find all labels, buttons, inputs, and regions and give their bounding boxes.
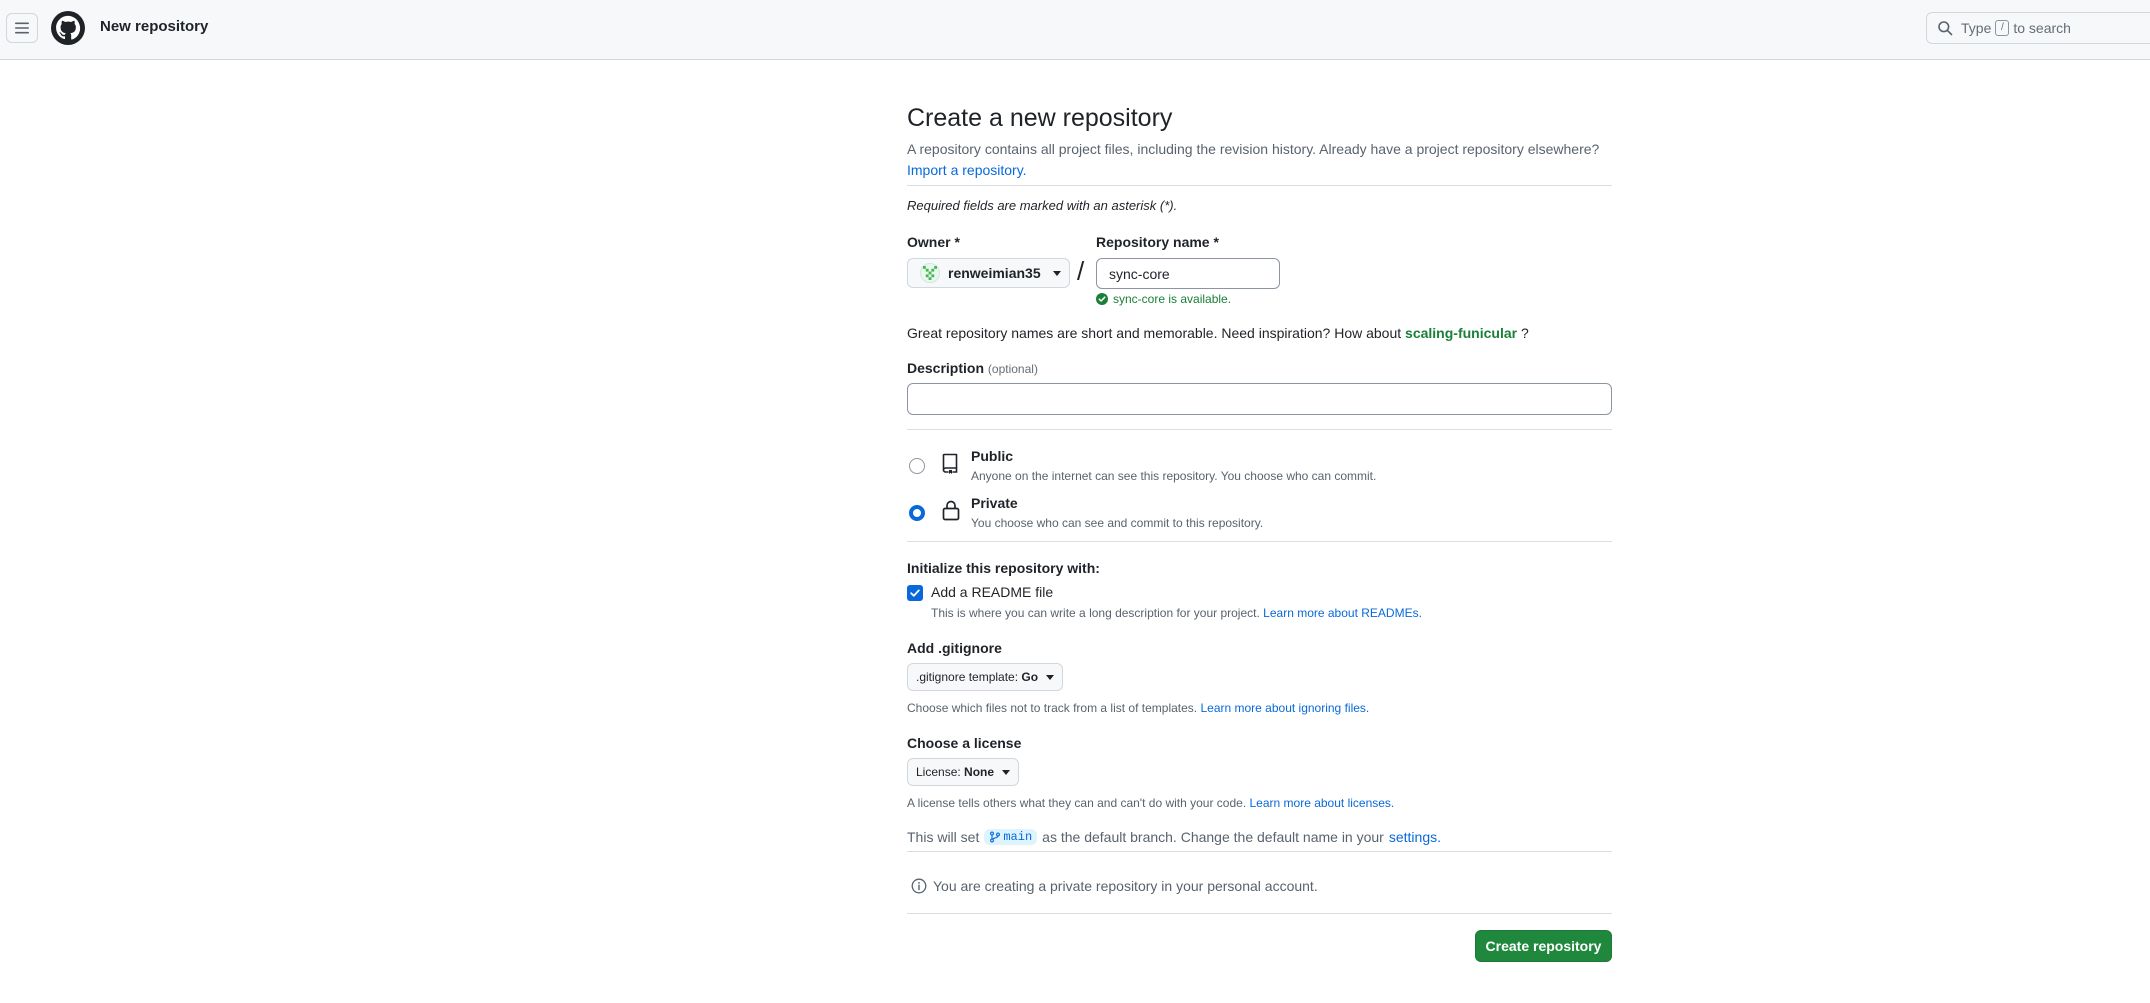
chevron-down-icon: [1052, 270, 1061, 276]
readme-help-text: This is where you can write a long descr…: [931, 606, 1260, 620]
suggestion-suffix: ?: [1520, 325, 1529, 341]
search-shortcut-key: /: [1995, 20, 2010, 36]
checkmark-icon: [910, 589, 920, 597]
divider: [907, 185, 1612, 186]
license-label: Choose a license: [907, 735, 1022, 751]
description-input[interactable]: [907, 383, 1612, 415]
repository-name-input[interactable]: [1096, 258, 1280, 289]
search-icon: [1938, 21, 1953, 36]
chevron-down-icon: [1002, 769, 1011, 775]
settings-link[interactable]: settings.: [1389, 829, 1441, 845]
license-learn-more-link[interactable]: Learn more about licenses.: [1250, 796, 1395, 810]
subtitle-text: A repository contains all project files,…: [907, 141, 1600, 157]
description-label: Description (optional): [907, 360, 1038, 376]
license-dropdown[interactable]: License: None: [907, 758, 1020, 786]
menu-button[interactable]: [6, 13, 38, 43]
divider: [907, 851, 1612, 852]
divider: [907, 913, 1612, 914]
readme-label[interactable]: Add a README file: [931, 584, 1053, 600]
private-radio[interactable]: [909, 505, 925, 521]
private-option-title: Private: [971, 495, 1018, 511]
import-repository-link[interactable]: Import a repository.: [907, 162, 1027, 178]
avatar: [920, 263, 940, 283]
header-title: New repository: [100, 18, 209, 35]
description-optional: (optional): [987, 362, 1038, 376]
search-placeholder-prefix: Type: [1961, 20, 1992, 36]
repo-icon: [942, 453, 958, 474]
repo-name-label: Repository name *: [1096, 234, 1219, 250]
github-logo-icon[interactable]: [51, 11, 85, 45]
license-help: A license tells others what they can and…: [907, 796, 1394, 810]
identicon-icon: [923, 266, 937, 280]
readme-checkbox[interactable]: [907, 585, 923, 601]
git-branch-icon: [990, 831, 1001, 843]
page-subtitle: A repository contains all project files,…: [907, 139, 1612, 181]
license-select-prefix: License:: [916, 765, 961, 779]
branch-note-prefix: This will set: [907, 829, 980, 845]
suggestion-prefix: Great repository names are short and mem…: [907, 325, 1402, 341]
divider: [907, 429, 1612, 430]
public-radio[interactable]: [909, 458, 925, 474]
gitignore-template-dropdown[interactable]: .gitignore template: Go: [907, 663, 1064, 691]
name-suggestion: Great repository names are short and mem…: [907, 325, 1529, 341]
gitignore-learn-more-link[interactable]: Learn more about ignoring files.: [1200, 701, 1369, 715]
search-input[interactable]: Type / to search: [1926, 12, 2150, 44]
gitignore-help-text: Choose which files not to track from a l…: [907, 701, 1198, 715]
init-heading: Initialize this repository with:: [907, 560, 1100, 576]
top-header: New repository Type / to search: [0, 0, 2150, 60]
description-label-text: Description: [907, 360, 985, 376]
availability-message: sync-core is available.: [1096, 292, 1231, 306]
info-icon: [911, 878, 927, 894]
notice-text: You are creating a private repository in…: [933, 878, 1318, 894]
chevron-down-icon: [1046, 674, 1055, 680]
branch-note-suffix: as the default branch. Change the defaul…: [1042, 829, 1384, 845]
license-select-value: None: [964, 765, 995, 779]
default-branch-note: This will set main as the default branch…: [907, 829, 1441, 845]
required-fields-note: Required fields are marked with an aster…: [907, 198, 1178, 213]
gitignore-select-value: Go: [1021, 670, 1039, 684]
gitignore-select-prefix: .gitignore template:: [916, 670, 1019, 684]
search-placeholder-suffix: to search: [2013, 20, 2071, 36]
availability-text: sync-core is available.: [1113, 292, 1232, 306]
owner-dropdown[interactable]: renweimian35: [907, 258, 1070, 288]
public-option-desc: Anyone on the internet can see this repo…: [971, 469, 1377, 483]
lock-icon: [942, 500, 960, 521]
suggested-name-link[interactable]: scaling-funicular: [1405, 325, 1517, 341]
readme-help: This is where you can write a long descr…: [931, 606, 1422, 620]
divider: [907, 541, 1612, 542]
readme-learn-more-link[interactable]: Learn more about READMEs.: [1263, 606, 1422, 620]
check-circle-icon: [1096, 293, 1108, 305]
private-repo-notice: You are creating a private repository in…: [911, 878, 1318, 894]
owner-repo-separator: /: [1077, 256, 1085, 286]
license-help-text: A license tells others what they can and…: [907, 796, 1247, 810]
create-repository-button[interactable]: Create repository: [1475, 930, 1612, 962]
branch-name: main: [1003, 830, 1033, 844]
gitignore-label: Add .gitignore: [907, 640, 1002, 656]
branch-name-pill: main: [984, 829, 1038, 845]
owner-label: Owner *: [907, 234, 960, 250]
hamburger-icon: [15, 22, 29, 34]
owner-value: renweimian35: [948, 265, 1041, 281]
private-option-desc: You choose who can see and commit to thi…: [971, 516, 1264, 530]
public-option-title: Public: [971, 448, 1014, 464]
page-title: Create a new repository: [907, 104, 1173, 132]
gitignore-help: Choose which files not to track from a l…: [907, 701, 1369, 715]
